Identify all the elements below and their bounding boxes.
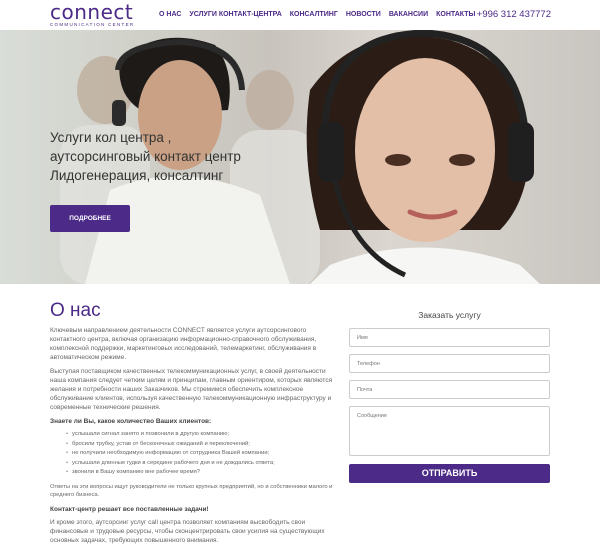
about-title: О нас	[50, 300, 101, 321]
logo-subtitle: COMMUNICATION CENTER	[50, 22, 135, 27]
main-nav: О НАС УСЛУГИ КОНТАКТ-ЦЕНТРА КОНСАЛТИНГ Н…	[159, 11, 475, 18]
submit-button[interactable]: ОТПРАВИТЬ	[349, 463, 550, 483]
hero-banner: Услуги кол центра , аутсорсинговый конта…	[0, 30, 600, 284]
hero-title-line-2: аутсорсинговый контакт центр	[50, 149, 241, 164]
hero-title-line-3: Лидогенерация, консалтинг	[50, 168, 224, 183]
about-paragraph-1: Ключевым направлением деятельности CONNE…	[50, 327, 317, 361]
phone-number[interactable]: +996 312 437772	[477, 9, 551, 20]
name-field[interactable]	[349, 328, 550, 347]
nav-news[interactable]: НОВОСТИ	[346, 11, 381, 18]
about-paragraph-2: Выступая поставщиком качественных телеко…	[50, 368, 333, 411]
nav-vacancies[interactable]: ВАКАНСИИ	[389, 11, 428, 18]
list-item: услышали сигнал занято и позвонили в дру…	[66, 430, 338, 440]
list-item: услышали длинные гудки в середине рабоче…	[66, 459, 338, 469]
email-field[interactable]	[349, 380, 550, 399]
order-form: Заказать услугу ОТПРАВИТЬ	[349, 310, 550, 483]
logo[interactable]: connect COMMUNICATION CENTER	[50, 0, 140, 27]
list-item: бросили трубку, устав от бесконечных ожи…	[66, 440, 338, 450]
nav-about[interactable]: О НАС	[159, 11, 181, 18]
about-section: О нас Ключевым направлением деятельности…	[50, 300, 338, 550]
list-item: не получили необходимую информацию от со…	[66, 449, 338, 459]
logo-word: connect	[50, 0, 134, 24]
about-tagline: Контакт-центр решает все поставленные за…	[50, 505, 209, 513]
hero-title: Услуги кол центра , аутсорсинговый конта…	[50, 128, 280, 185]
hero-title-line-1: Услуги кол центра ,	[50, 130, 172, 145]
nav-consulting[interactable]: КОНСАЛТИНГ	[290, 11, 338, 18]
nav-contacts[interactable]: КОНТАКТЫ	[436, 11, 475, 18]
form-title: Заказать услугу	[418, 310, 481, 320]
nav-services[interactable]: УСЛУГИ КОНТАКТ-ЦЕНТРА	[189, 11, 281, 18]
site-header: connect COMMUNICATION CENTER О НАС УСЛУГ…	[0, 0, 600, 30]
message-field[interactable]	[349, 406, 550, 456]
more-button[interactable]: ПОДРОБНЕЕ	[50, 205, 130, 232]
client-issues-list: услышали сигнал занято и позвонили в дру…	[66, 430, 338, 478]
about-paragraph-3: Ответы на эти вопросы ищут руководители …	[50, 483, 333, 499]
about-paragraph-5: И кроме этого, аутсорсинг услуг call цен…	[50, 518, 325, 544]
about-question: Знаете ли Вы, какое количество Ваших кли…	[50, 418, 212, 425]
phone-field[interactable]	[349, 354, 550, 373]
list-item: звонили в Вашу компанию вне рабочее врем…	[66, 468, 338, 478]
